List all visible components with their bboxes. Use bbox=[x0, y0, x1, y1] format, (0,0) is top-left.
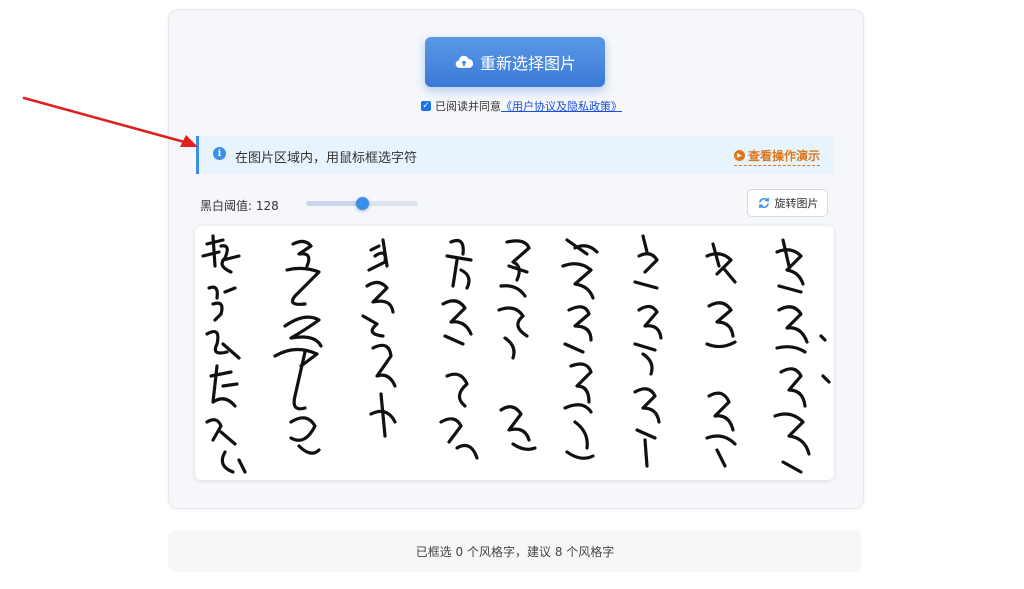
selection-status-bar: 已框选 0 个风格字，建议 8 个风格字 bbox=[168, 530, 862, 572]
reselect-image-label: 重新选择图片 bbox=[479, 54, 576, 73]
cloud-upload-icon bbox=[455, 55, 474, 68]
info-bar: i 在图片区域内，用鼠标框选字符 ▶ 查看操作演示 bbox=[196, 136, 834, 174]
agreement-checkbox[interactable]: ✓ bbox=[421, 101, 431, 111]
calligraphy-image[interactable] bbox=[195, 226, 834, 480]
agreement-row: ✓ 已阅读并同意 《用户协议及隐私政策》 bbox=[421, 98, 622, 114]
play-icon: ▶ bbox=[733, 150, 745, 161]
agreement-link[interactable]: 《用户协议及隐私政策》 bbox=[501, 98, 622, 114]
info-icon: i bbox=[213, 147, 226, 160]
threshold-slider[interactable] bbox=[306, 197, 418, 210]
reselect-image-button[interactable]: 重新选择图片 bbox=[425, 37, 605, 87]
rotate-image-button[interactable]: 旋转图片 bbox=[747, 189, 828, 217]
agreement-prefix: 已阅读并同意 bbox=[435, 100, 501, 113]
view-demo-label: 查看操作演示 bbox=[747, 149, 820, 163]
refresh-icon bbox=[758, 197, 769, 209]
slider-thumb[interactable] bbox=[356, 197, 370, 210]
rotate-image-label: 旋转图片 bbox=[774, 197, 819, 210]
threshold-label: 黑白阈值: 128 bbox=[200, 199, 279, 213]
selection-status-text: 已框选 0 个风格字，建议 8 个风格字 bbox=[415, 544, 615, 559]
info-text: 在图片区域内，用鼠标框选字符 bbox=[235, 151, 418, 166]
view-demo-link[interactable]: ▶ 查看操作演示 bbox=[733, 147, 820, 166]
calligraphy-strokes bbox=[201, 234, 831, 474]
slider-fill bbox=[306, 201, 363, 206]
